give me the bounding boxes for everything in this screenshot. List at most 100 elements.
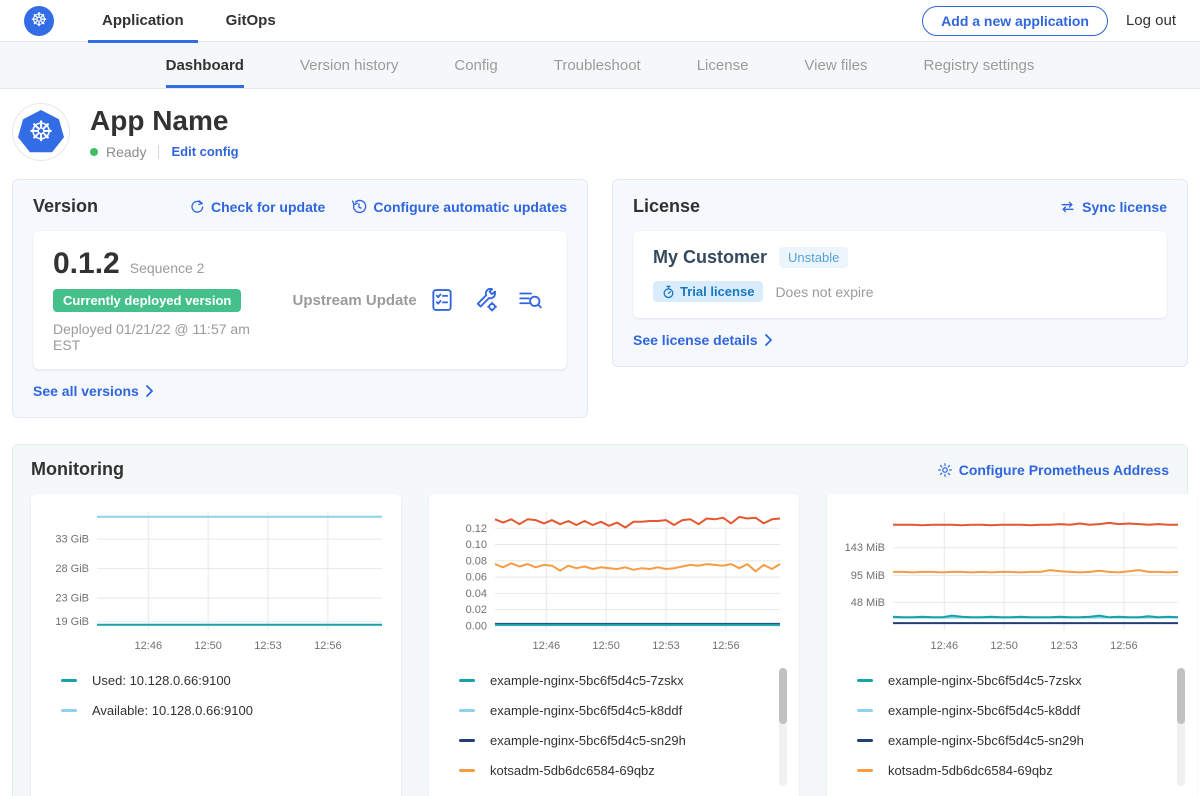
version-card: Version Check for update Configure autom…	[12, 179, 588, 418]
check-for-update-label: Check for update	[211, 199, 325, 215]
config-wrench-icon[interactable]	[473, 287, 499, 313]
legend-item: Available: 10.128.0.66:9100	[61, 696, 389, 726]
trial-license-badge: Trial license	[653, 281, 763, 302]
cpu-usage-card: 0.000.020.040.060.080.100.1212:4612:5012…	[429, 494, 799, 796]
legend-label: kotsadm-5db6dc6584-69qbz	[888, 763, 1053, 778]
subnav-tab-registry-settings[interactable]: Registry settings	[924, 42, 1035, 88]
monitoring-title: Monitoring	[31, 459, 124, 480]
deployed-timestamp: Deployed 01/21/22 @ 11:57 am EST	[53, 321, 280, 353]
top-nav: ☸ Application GitOps Add a new applicati…	[0, 0, 1200, 42]
see-license-details-link[interactable]: See license details	[633, 332, 1167, 348]
memory-usage-legend: example-nginx-5bc6f5d4c5-7zskx example-ng…	[839, 666, 1185, 786]
legend-label: kotsadm-5db6dc6584-69qbz	[490, 763, 655, 778]
svg-text:23 GiB: 23 GiB	[55, 593, 89, 605]
status-dot-icon	[90, 148, 98, 156]
svg-text:48 MiB: 48 MiB	[851, 597, 885, 609]
subnav-tab-dashboard[interactable]: Dashboard	[166, 42, 244, 88]
svg-text:12:53: 12:53	[254, 640, 282, 652]
top-nav-tabs: Application GitOps	[88, 0, 304, 42]
disk-usage-card: 19 GiB23 GiB28 GiB33 GiB12:4612:5012:531…	[31, 494, 401, 796]
page-title: App Name	[90, 105, 239, 137]
tab-gitops-label: GitOps	[226, 12, 276, 29]
scrollbar-thumb[interactable]	[779, 668, 787, 724]
see-license-details-label: See license details	[633, 332, 758, 348]
subnav-tab-view-files[interactable]: View files	[804, 42, 867, 88]
scrollbar-thumb[interactable]	[1177, 668, 1185, 724]
sync-license-label: Sync license	[1082, 199, 1167, 215]
chevron-right-icon	[765, 334, 772, 346]
sequence-label: Sequence 2	[130, 260, 205, 276]
legend-label: example-nginx-5bc6f5d4c5-k8ddf	[490, 703, 682, 718]
legend-label: example-nginx-5bc6f5d4c5-7zskx	[888, 673, 1082, 688]
currently-deployed-badge: Currently deployed version	[53, 289, 241, 312]
configure-automatic-updates-label: Configure automatic updates	[373, 199, 567, 215]
subnav-tab-license[interactable]: License	[697, 42, 749, 88]
customer-name: My Customer	[653, 247, 767, 268]
version-number: 0.1.2	[53, 247, 120, 281]
tab-gitops[interactable]: GitOps	[212, 0, 290, 42]
legend-scrollbar[interactable]	[1177, 668, 1185, 786]
svg-text:0.06: 0.06	[466, 572, 487, 584]
status-text: Ready	[106, 144, 146, 160]
subnav-tab-version-history[interactable]: Version history	[300, 42, 398, 88]
svg-text:12:56: 12:56	[712, 640, 740, 652]
sub-nav: Dashboard Version history Config Trouble…	[0, 42, 1200, 89]
app-icon: ☸	[12, 103, 70, 161]
edit-config-link[interactable]: Edit config	[171, 144, 238, 159]
see-all-versions-label: See all versions	[33, 383, 139, 399]
configure-automatic-updates-link[interactable]: Configure automatic updates	[351, 199, 567, 215]
legend-dash-icon	[459, 769, 475, 772]
subnav-tab-troubleshoot[interactable]: Troubleshoot	[554, 42, 641, 88]
add-application-button[interactable]: Add a new application	[922, 6, 1108, 36]
preflight-checks-icon[interactable]	[429, 287, 455, 313]
svg-text:12:56: 12:56	[1110, 640, 1138, 652]
memory-usage-card: 48 MiB95 MiB143 MiB12:4612:5012:5312:56 …	[827, 494, 1197, 796]
svg-text:28 GiB: 28 GiB	[55, 563, 89, 575]
legend-item: example-nginx-5bc6f5d4c5-k8ddf	[857, 696, 1185, 726]
svg-text:12:50: 12:50	[990, 640, 1018, 652]
svg-text:12:46: 12:46	[135, 640, 163, 652]
legend-item: kotsadm-5db6dc6584-69qbz	[857, 756, 1185, 786]
svg-text:12:46: 12:46	[533, 640, 561, 652]
clock-refresh-icon	[351, 199, 367, 215]
gear-icon	[937, 462, 953, 478]
license-card-title: License	[633, 196, 700, 217]
legend-item: example-nginx-5bc6f5d4c5-sn29h	[459, 726, 787, 756]
sync-license-link[interactable]: Sync license	[1059, 199, 1167, 215]
legend-label: example-nginx-5bc6f5d4c5-sn29h	[490, 733, 686, 748]
legend-dash-icon	[857, 709, 873, 712]
svg-text:12:53: 12:53	[1050, 640, 1078, 652]
version-source: Upstream Update	[280, 292, 429, 309]
monitoring-section: Monitoring Configure Prometheus Address …	[12, 444, 1188, 796]
legend-item: example-nginx-5bc6f5d4c5-sn29h	[857, 726, 1185, 756]
svg-text:143 MiB: 143 MiB	[845, 542, 885, 554]
svg-text:95 MiB: 95 MiB	[851, 570, 885, 582]
svg-text:12:46: 12:46	[931, 640, 959, 652]
see-all-versions-link[interactable]: See all versions	[33, 383, 567, 399]
legend-dash-icon	[857, 739, 873, 742]
configure-prometheus-label: Configure Prometheus Address	[959, 462, 1169, 478]
configure-prometheus-link[interactable]: Configure Prometheus Address	[937, 462, 1169, 478]
svg-text:0.08: 0.08	[466, 555, 487, 567]
svg-text:0.02: 0.02	[466, 604, 487, 616]
app-header: ☸ App Name Ready Edit config	[0, 89, 1200, 177]
tab-application[interactable]: Application	[88, 0, 198, 42]
kubernetes-logo-icon[interactable]: ☸	[24, 6, 54, 36]
view-logs-icon[interactable]	[517, 287, 543, 313]
legend-scrollbar[interactable]	[779, 668, 787, 786]
subnav-tab-config[interactable]: Config	[454, 42, 497, 88]
memory-usage-chart: 48 MiB 95 MiB 143 MiB 12:46 12:50 12:53 12:56	[839, 504, 1185, 656]
legend-item: kotsadm-5db6dc6584-69qbz	[459, 756, 787, 786]
logout-link[interactable]: Log out	[1126, 12, 1176, 29]
stopwatch-icon	[662, 285, 675, 299]
legend-label: Used: 10.128.0.66:9100	[92, 673, 231, 688]
chevron-right-icon	[146, 385, 153, 397]
legend-dash-icon	[857, 679, 873, 682]
trial-license-label: Trial license	[680, 284, 754, 299]
check-for-update-link[interactable]: Check for update	[189, 199, 325, 215]
legend-dash-icon	[857, 769, 873, 772]
license-details-card: My Customer Unstable Trial license Does …	[633, 231, 1167, 318]
svg-text:0.12: 0.12	[466, 523, 487, 535]
legend-label: Available: 10.128.0.66:9100	[92, 703, 253, 718]
svg-text:19 GiB: 19 GiB	[55, 616, 89, 628]
